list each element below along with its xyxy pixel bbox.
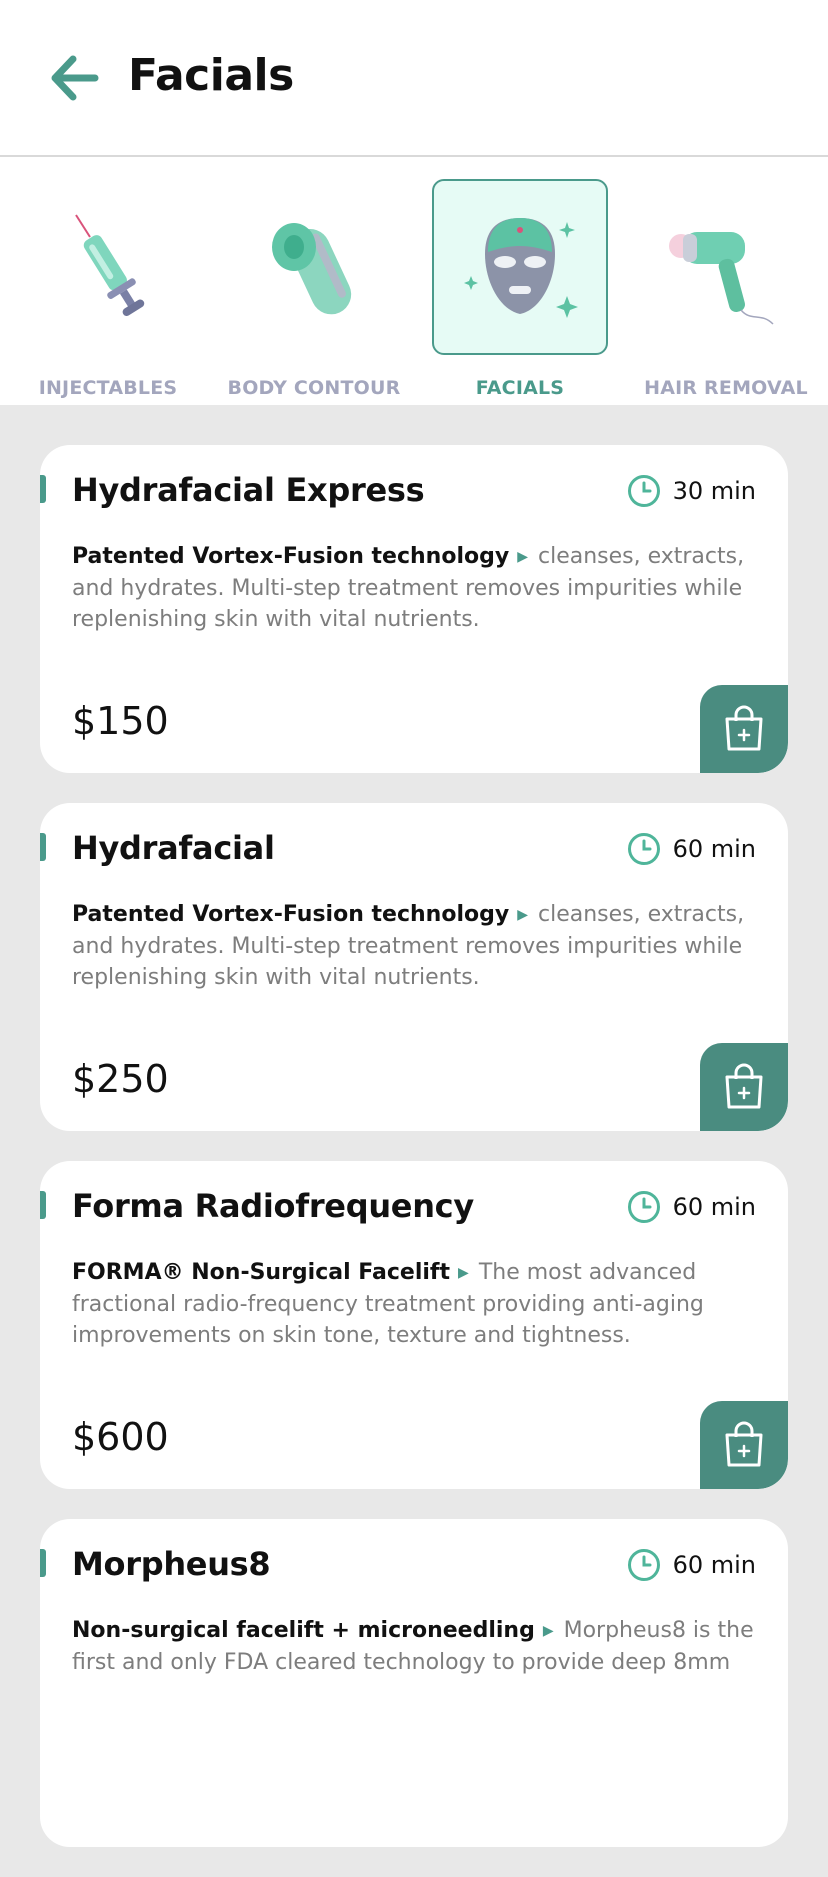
description-lead: Patented Vortex-Fusion technology <box>72 544 510 569</box>
treatment-duration: 60 min <box>627 831 756 867</box>
back-button[interactable] <box>44 48 104 108</box>
treatment-title: Forma Radiofrequency <box>72 1187 474 1225</box>
treatment-title: Hydrafacial <box>72 829 275 867</box>
duration-text: 30 min <box>672 477 756 505</box>
clock-icon <box>627 1548 661 1582</box>
treatment-title: Morpheus8 <box>72 1545 271 1583</box>
clock-icon <box>627 832 661 866</box>
treatment-card[interactable]: Hydrafacial Express 30 min Patented Vort… <box>40 445 788 773</box>
clock-icon <box>627 1190 661 1224</box>
treatment-price: $600 <box>72 1415 169 1459</box>
duration-text: 60 min <box>672 1193 756 1221</box>
syringe-icon <box>75 214 145 316</box>
treatment-duration: 30 min <box>627 473 756 509</box>
treatment-title: Hydrafacial Express <box>72 471 425 509</box>
category-tile <box>20 179 196 355</box>
category-body-contour[interactable]: BODY CONTOUR <box>206 171 400 401</box>
treatment-description: FORMA® Non-Surgical Facelift ▶ The most ad… <box>72 1257 762 1351</box>
category-tile <box>638 179 814 355</box>
face-mask-icon <box>464 218 578 318</box>
treatment-description: Patented Vortex-Fusion technology ▶ cleans… <box>72 541 762 635</box>
play-arrow-icon: ▶ <box>517 549 528 565</box>
treatment-card[interactable]: Morpheus8 60 min Non-surgical facelift +… <box>40 1519 788 1847</box>
shopping-bag-plus-icon <box>725 1063 763 1109</box>
category-hair-removal[interactable]: HAIR REMOVAL <box>618 171 808 401</box>
category-label: HAIR REMOVAL <box>644 377 808 399</box>
clock-icon <box>627 474 661 508</box>
treatment-card[interactable]: Hydrafacial 60 min Patented Vortex-Fusio… <box>40 803 788 1131</box>
category-injectables[interactable]: INJECTABLES <box>0 171 190 401</box>
category-tile <box>432 179 608 355</box>
category-facials[interactable]: FACIALS <box>412 171 608 401</box>
category-tile <box>226 179 402 355</box>
treatment-description: Patented Vortex-Fusion technology ▶ cleans… <box>72 899 762 993</box>
category-label: FACIALS <box>475 377 565 399</box>
description-lead: Patented Vortex-Fusion technology <box>72 902 510 927</box>
treatment-duration: 60 min <box>627 1547 756 1583</box>
add-to-cart-button[interactable] <box>700 685 788 773</box>
body-contour-device-icon <box>272 223 352 315</box>
duration-text: 60 min <box>672 835 756 863</box>
add-to-cart-button[interactable] <box>700 1043 788 1131</box>
play-arrow-icon: ▶ <box>458 1265 469 1281</box>
duration-text: 60 min <box>672 1551 756 1579</box>
category-selector: INJECTABLES BODY CONTOUR FACIALS HAIR RE… <box>0 157 828 405</box>
treatment-price: $250 <box>72 1057 169 1101</box>
laser-device-icon <box>669 232 774 325</box>
treatment-card[interactable]: Forma Radiofrequency 60 min FORMA® Non-S… <box>40 1161 788 1489</box>
app-header: Facials <box>0 0 828 157</box>
add-to-cart-button[interactable] <box>700 1401 788 1489</box>
card-accent-bar <box>40 833 46 861</box>
shopping-bag-plus-icon <box>725 1421 763 1467</box>
description-lead: Non-surgical facelift + microneedling <box>72 1618 535 1643</box>
category-label: INJECTABLES <box>38 377 178 399</box>
card-accent-bar <box>40 1549 46 1577</box>
card-accent-bar <box>40 475 46 503</box>
treatment-price: $150 <box>72 699 169 743</box>
play-arrow-icon: ▶ <box>517 907 528 923</box>
treatment-duration: 60 min <box>627 1189 756 1225</box>
shopping-bag-plus-icon <box>725 705 763 751</box>
page-title: Facials <box>128 50 294 101</box>
description-lead: FORMA® Non-Surgical Facelift <box>72 1260 451 1285</box>
category-label: BODY CONTOUR <box>227 377 401 399</box>
treatment-list: Hydrafacial Express 30 min Patented Vort… <box>40 445 788 1877</box>
card-accent-bar <box>40 1191 46 1219</box>
arrow-left-icon <box>51 55 99 101</box>
treatment-description: Non-surgical facelift + microneedling ▶ Mo… <box>72 1615 762 1678</box>
play-arrow-icon: ▶ <box>542 1623 554 1639</box>
